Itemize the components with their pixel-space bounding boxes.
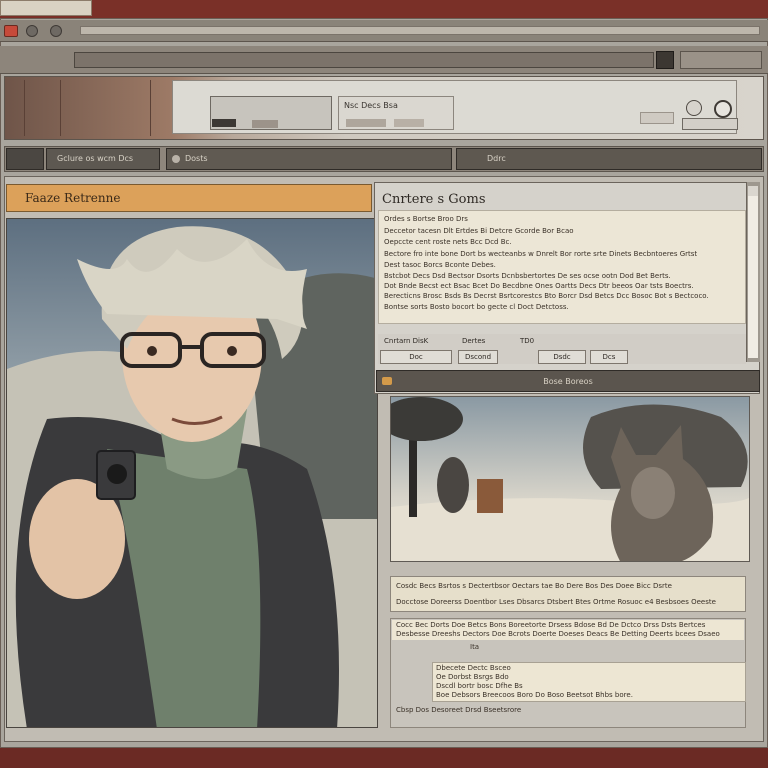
strip-field-label: Nsc Decs Bsa (344, 101, 398, 110)
menu-square-button[interactable] (656, 51, 674, 69)
folder-icon (382, 377, 392, 385)
field-label: TD0 (520, 337, 535, 345)
scroll-thumb[interactable] (748, 196, 758, 358)
text-line: Boe Debsors Breecoos Boro Do Boso Beetso… (436, 691, 633, 699)
top-tab[interactable] (0, 0, 92, 16)
menu-field[interactable] (74, 52, 654, 68)
dialog-title: Cnrtere s Goms (382, 192, 486, 207)
text-line: Oe Dorbst Bsrgs Bdo (436, 673, 509, 681)
menu-right-field[interactable] (680, 51, 762, 69)
bottom-bar (0, 748, 768, 768)
title-track (80, 26, 760, 35)
field-input[interactable]: Doc (380, 350, 452, 364)
scroll-up-icon[interactable] (748, 186, 758, 196)
scene-image (390, 396, 750, 562)
strip-chip (394, 119, 424, 127)
tab-first[interactable]: Gclure os wcm Dcs (46, 148, 160, 170)
dialog-line: Dot Bnde Becst ect Bsac Bcet Do Becdbne … (384, 282, 694, 290)
strip-button[interactable] (682, 118, 738, 130)
dialog-line: Bectore fro inte bone Dort bs wecteanbs … (384, 250, 698, 258)
dialog-line: Berecticns Brosc Bsds Bs Decrst Bsrtcore… (384, 292, 709, 300)
field-input[interactable]: Dscond (458, 350, 498, 364)
dialog-action-bar[interactable]: Bose Boreos (376, 370, 760, 392)
text-line: Desbesse Dreeshs Dectors Doe Bcrots Doer… (396, 630, 720, 638)
minimize-button[interactable] (26, 25, 38, 37)
text-line: Dbecete Dectc Bsceo (436, 664, 511, 672)
dialog-line: Bstcbot Decs Dsd Bectsor Dsorts Dcnbsber… (384, 272, 671, 280)
tab-second[interactable]: Dosts (166, 148, 452, 170)
text-line: Dscdl bortr bosc Dfhe Bs (436, 682, 523, 690)
maximize-button[interactable] (50, 25, 62, 37)
portrait-image (6, 218, 378, 728)
field-label: Cnrtarn DisK (384, 337, 429, 345)
portrait-illustration (7, 219, 377, 727)
record-icon[interactable] (714, 100, 732, 118)
globe-icon (172, 155, 180, 163)
text-line: Cocc Bec Dorts Doe Betcs Bons Boreetorte… (396, 621, 706, 629)
field-input[interactable]: Dsdc (538, 350, 586, 364)
dialog-line: Ordes s Bortse Broo Drs (384, 215, 468, 223)
tab-row-handle[interactable] (6, 148, 44, 170)
strip-divider (150, 80, 151, 136)
dialog-line: Dest tasoc Borcs Bconte Debes. (384, 261, 496, 269)
dialog-line: Bontse sorts Bosto bocort bo gecte cl Do… (384, 303, 569, 311)
scene-illustration (391, 397, 749, 561)
strip-divider (24, 80, 25, 136)
field-label: Dertes (462, 337, 486, 345)
strip-toggle[interactable] (640, 112, 674, 124)
left-panel-title: Faaze Retrenne (6, 184, 372, 212)
window-title (270, 2, 520, 14)
strip-divider (60, 80, 61, 136)
text-chip: Ita (470, 643, 480, 651)
close-button[interactable] (4, 25, 18, 37)
text-line: Cbsp Dos Desoreet Drsd Bseetsrore (396, 706, 522, 714)
dialog-line: Oepccte cent roste nets Bcc Dcd Bc. (384, 238, 512, 246)
text-line: Cosdc Becs Bsrtos s Dectertbsor Oectars … (396, 582, 672, 590)
dialog-line: Deccetor tacesn Dlt Ertdes Bi Detcre Gco… (384, 227, 574, 235)
text-line: Docctose Doreerss Doentbor Lses Dbsarcs … (396, 598, 716, 606)
strip-chip (346, 119, 386, 127)
field-input[interactable]: Dcs (590, 350, 628, 364)
tab-third[interactable]: Ddrc (456, 148, 762, 170)
strip-chip (252, 120, 278, 128)
strip-chip (212, 119, 236, 127)
circle-icon[interactable] (686, 100, 702, 116)
